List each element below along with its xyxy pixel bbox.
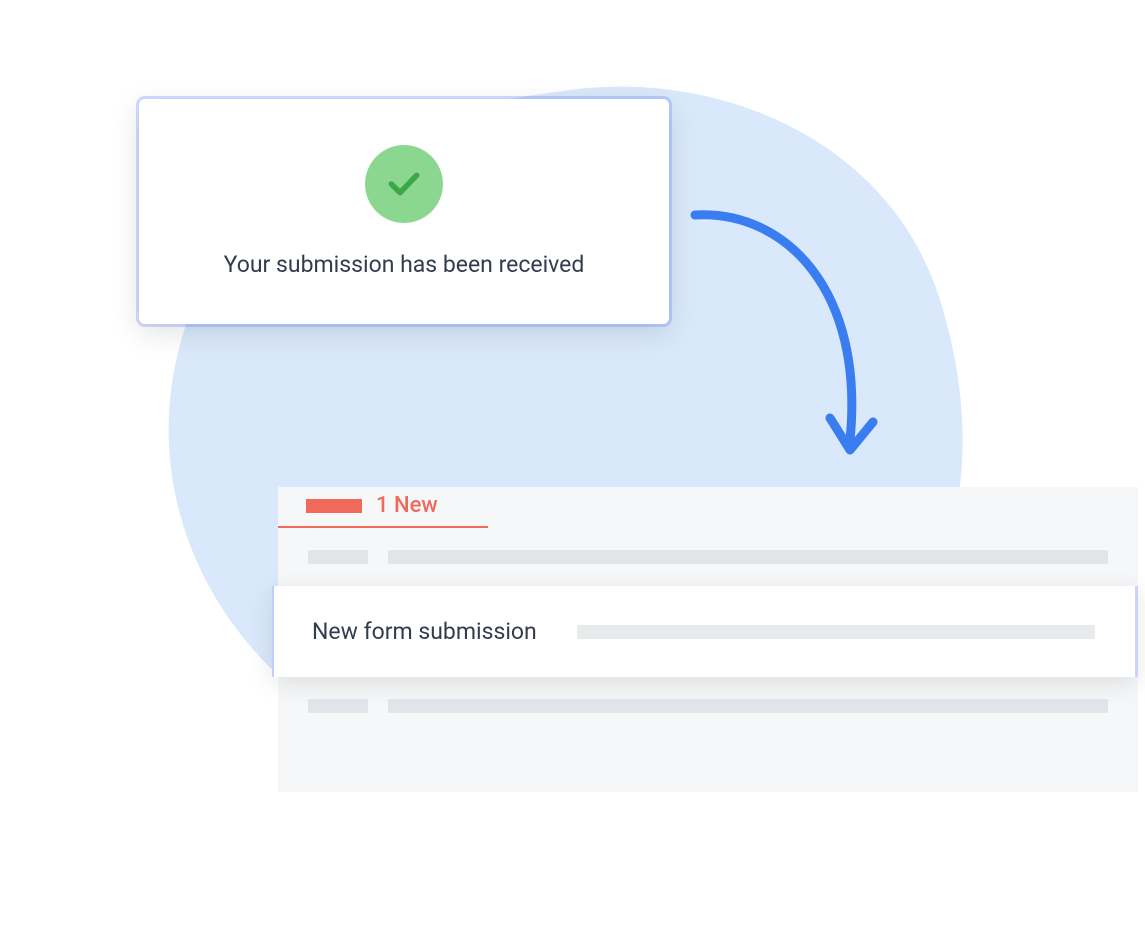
- confirmation-card: Your submission has been received: [139, 99, 669, 324]
- skeleton-placeholder: [577, 625, 1095, 639]
- skeleton-placeholder: [388, 699, 1108, 713]
- skeleton-placeholder: [308, 699, 368, 713]
- tab-label: 1 New: [376, 493, 438, 518]
- confirmation-message: Your submission has been received: [224, 251, 585, 278]
- list-item: [278, 528, 1138, 586]
- tab-indicator: [306, 499, 362, 513]
- skeleton-placeholder: [388, 550, 1108, 564]
- list-item: [278, 677, 1138, 735]
- list-item-highlighted[interactable]: New form submission: [272, 586, 1138, 677]
- list-item-title: New form submission: [312, 618, 537, 645]
- inbox-tab-new[interactable]: 1 New: [278, 487, 488, 528]
- skeleton-placeholder: [308, 550, 368, 564]
- inbox-panel: 1 New New form submission: [278, 487, 1138, 792]
- flow-arrow-icon: [685, 200, 885, 480]
- checkmark-icon: [365, 145, 443, 223]
